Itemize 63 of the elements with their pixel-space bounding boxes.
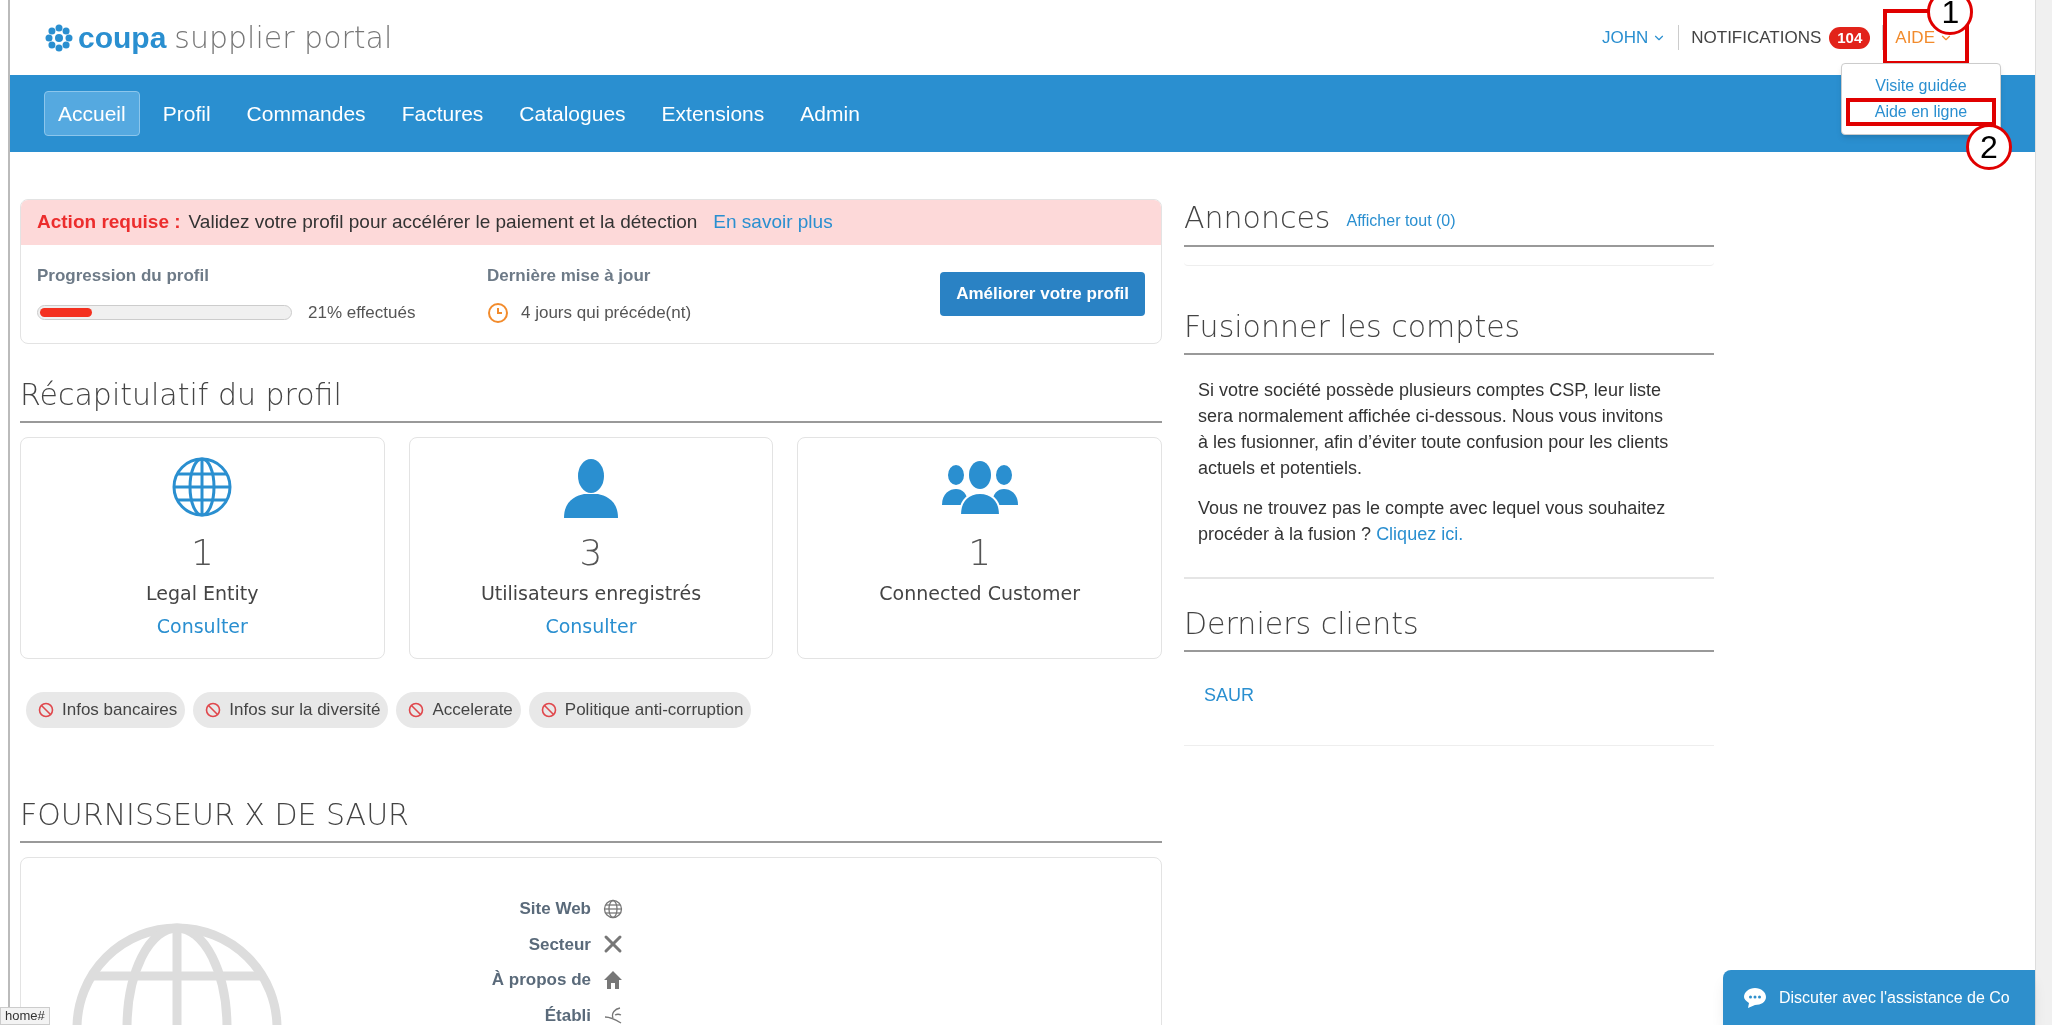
field-label: Établi (544, 1004, 591, 1025)
logo-brand: coupa (78, 22, 167, 53)
tools-icon (603, 934, 623, 955)
nav-tab[interactable]: Extensions (648, 91, 778, 136)
update-title: Dernière mise à jour (487, 264, 652, 287)
summary-label: Legal Entity (146, 581, 259, 606)
status-bar: home# (0, 1007, 50, 1025)
update-value: 4 jours qui précéde(nt) (521, 302, 692, 324)
status-chip[interactable]: Infos sur la diversité (193, 692, 389, 728)
annotation-number: 2 (1966, 123, 2012, 170)
notification-count: 104 (1829, 26, 1871, 49)
summary-count: 1 (190, 531, 214, 575)
nav-tab[interactable]: Factures (388, 91, 497, 136)
clock-icon (487, 301, 509, 324)
globe-icon (603, 898, 623, 919)
summary-count: 3 (579, 531, 603, 575)
prohibited-icon (38, 702, 54, 718)
summary-label: Connected Customer (879, 581, 1080, 606)
consult-link[interactable]: Consulter (156, 611, 248, 640)
users-icon (941, 459, 1018, 515)
learn-more-link[interactable]: En savoir plus (713, 208, 833, 237)
prohibited-icon (540, 702, 557, 718)
section-title: Fusionner les comptes (1184, 303, 1714, 355)
coupa-logo[interactable]: coupa supplier portal (44, 22, 393, 53)
notifications-link[interactable]: NOTIFICATIONS 104 (1679, 24, 1884, 51)
section-title: Derniers clients (1184, 600, 1714, 652)
chat-icon (1743, 986, 1767, 1009)
prohibited-icon (205, 702, 222, 718)
progress-reading: 21% effectués (308, 302, 416, 324)
nav-tab[interactable]: Catalogues (506, 91, 639, 136)
nav-tab[interactable]: Profil (149, 91, 224, 136)
status-chip[interactable]: Politique anti-corruption (528, 692, 752, 728)
user-menu[interactable]: JOHN (1590, 24, 1680, 51)
action-label: Action requise : (37, 210, 181, 235)
improve-profile-button[interactable]: Améliorer votre profil (940, 272, 1145, 316)
section-title: Récapitulatif du profil (20, 372, 1162, 423)
status-chip[interactable]: Infos bancaires (26, 692, 186, 728)
menu-item[interactable]: Visite guidée (1850, 75, 1992, 96)
consult-link[interactable]: Consulter (545, 611, 637, 640)
field-label: À propos de (491, 969, 591, 991)
show-all-link[interactable]: Afficher tout (0) (1346, 208, 1456, 237)
summary-count: 1 (968, 531, 992, 575)
home-icon (603, 969, 623, 990)
status-chip[interactable]: Accelerate (396, 692, 521, 728)
action-message: Validez votre profil pour accélérer le paiement et la détection (188, 210, 698, 235)
merge-paragraph: Si votre société possède plusieurs comptes CSP, leur liste sera normalement affichée ci-dessous. Nous vous invitons à les fusionner, afin d’éviter toute confusion pour les clients actuels et potentiels. (1198, 378, 1670, 480)
field-label: Site Web (519, 898, 591, 920)
customer-link[interactable]: SAUR (1204, 681, 1694, 709)
section-title: Annonces (1184, 199, 1331, 237)
nav-tab[interactable]: Accueil (44, 90, 140, 137)
snowflake-icon (44, 22, 74, 53)
chat-button[interactable]: Discuter avec l'assistance de Co (1723, 970, 2035, 1025)
nav-tab[interactable]: Admin (787, 91, 873, 136)
prohibited-icon (408, 702, 425, 718)
nav-tab[interactable]: Commandes (233, 91, 379, 136)
click-here-link[interactable]: Cliquez ici. (1376, 523, 1464, 544)
field-label: Secteur (528, 933, 591, 956)
progress-title: Progression du profil (37, 264, 210, 287)
logo-product: supplier portal (174, 22, 393, 53)
summary-label: Utilisateurs enregistrés (480, 581, 702, 606)
globe-icon (171, 456, 234, 518)
merge-question: Vous ne trouvez pas le compte avec lequel vous souhaitez procéder à la fusion ? Cliquez ici. (1198, 496, 1667, 546)
section-title: FOURNISSEUR X DE SAUR (20, 792, 1162, 843)
